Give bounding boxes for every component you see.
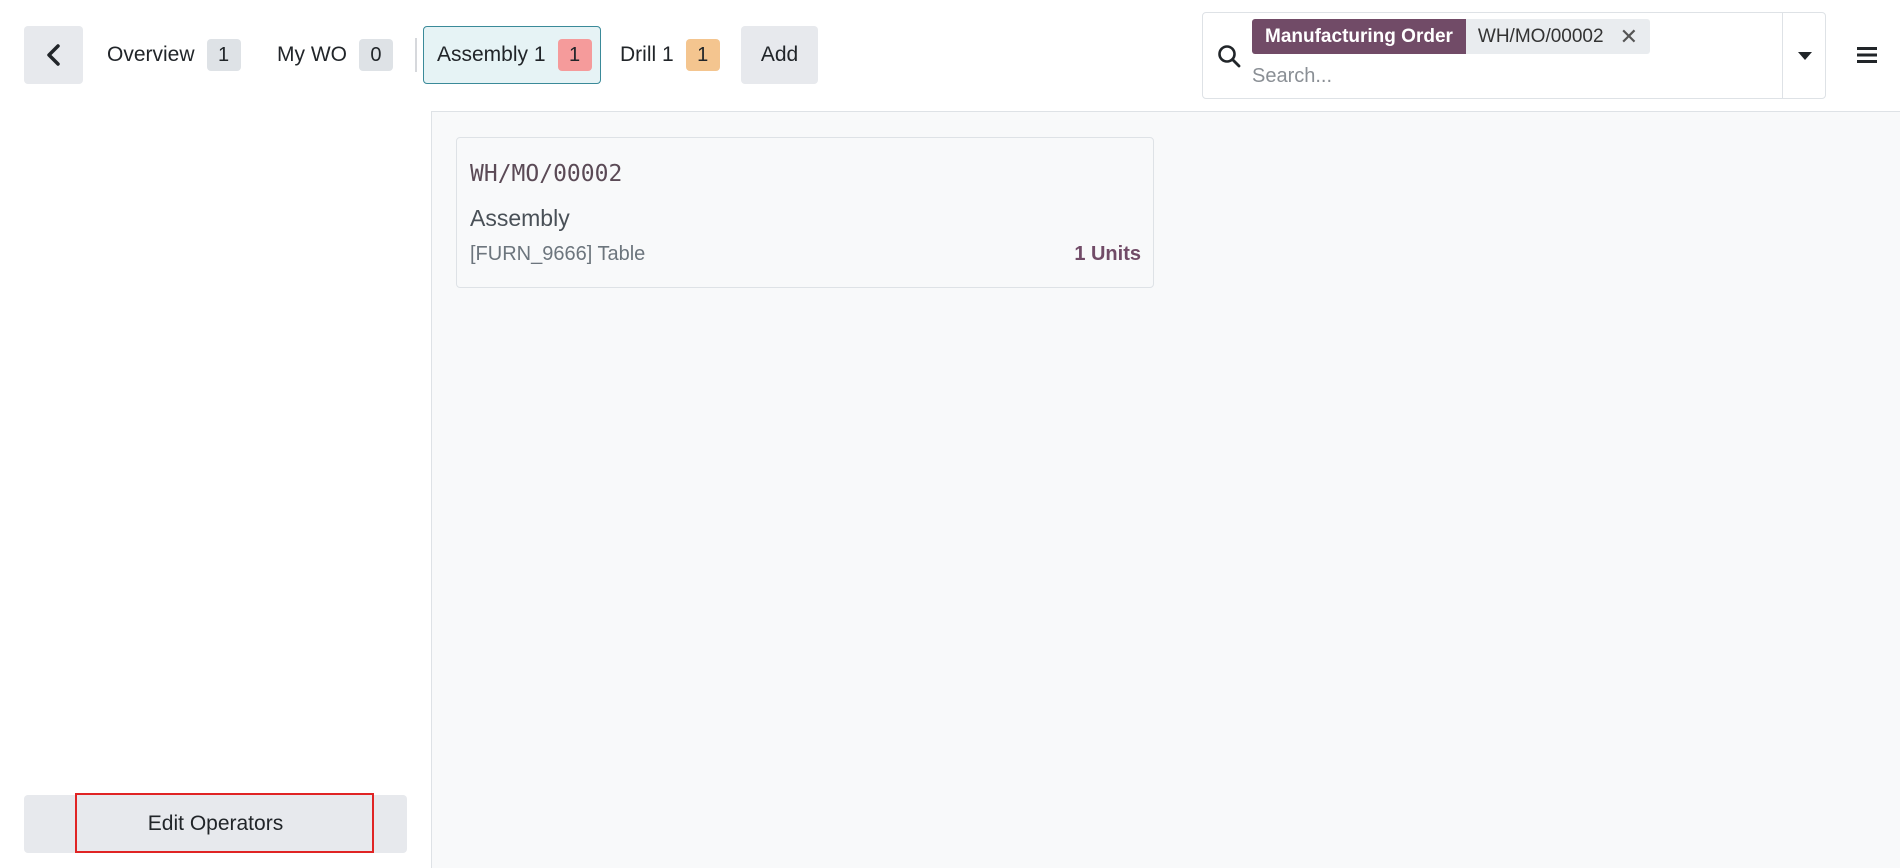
menu-button[interactable] [1850,30,1884,80]
tab-drill-1[interactable]: Drill 1 1 [620,26,720,84]
workorder-operation: Assembly [470,205,570,231]
close-icon[interactable]: ✕ [1620,24,1638,50]
search-icon [1218,45,1241,68]
facet-value-wrap: WH/MO/00002 ✕ [1465,19,1650,54]
tab-label: My WO [277,43,347,66]
search-facet: Manufacturing Order WH/MO/00002 ✕ [1252,19,1650,54]
add-workcenter-button[interactable]: Add [741,26,818,84]
tab-count-badge: 1 [206,39,241,71]
workorder-list: WH/MO/00002 Assembly [FURN_9666] Table 1… [431,111,1900,868]
workorder-product: [FURN_9666] Table [470,243,646,265]
tab-count-badge: 1 [557,39,592,71]
tab-label: Overview [107,43,195,66]
tab-my-wo[interactable]: My WO 0 [277,26,393,84]
chevron-left-icon [46,44,60,66]
tab-divider [415,38,417,72]
edit-operators-label: Edit Operators [147,812,284,835]
workorder-reference: WH/MO/00002 [470,161,623,187]
tab-assembly-1[interactable]: Assembly 1 1 [423,26,601,84]
workorder-quantity: 1 Units [1074,243,1141,265]
caret-down-icon [1797,51,1812,60]
search-panel: Manufacturing Order WH/MO/00002 ✕ [1202,12,1826,99]
control-panel: Overview 1 My WO 0 Assembly 1 1 Drill 1 … [0,0,1900,111]
workorder-card[interactable]: WH/MO/00002 Assembly [FURN_9666] Table 1… [456,137,1154,288]
tab-label: Assembly 1 [437,43,546,66]
hamburger-icon [1857,47,1877,63]
search-options-toggle[interactable] [1782,12,1826,99]
sidebar: Edit Operators [0,111,431,868]
edit-operators-button[interactable]: Edit Operators [24,793,407,853]
tab-label: Drill 1 [620,43,674,66]
tab-count-badge: 1 [685,39,720,71]
tab-overview[interactable]: Overview 1 [107,26,241,84]
facet-value: WH/MO/00002 [1477,25,1604,47]
back-button[interactable] [24,26,83,84]
facet-label: Manufacturing Order [1252,19,1466,54]
tab-count-badge: 0 [358,39,393,71]
search-input[interactable] [1252,59,1752,93]
